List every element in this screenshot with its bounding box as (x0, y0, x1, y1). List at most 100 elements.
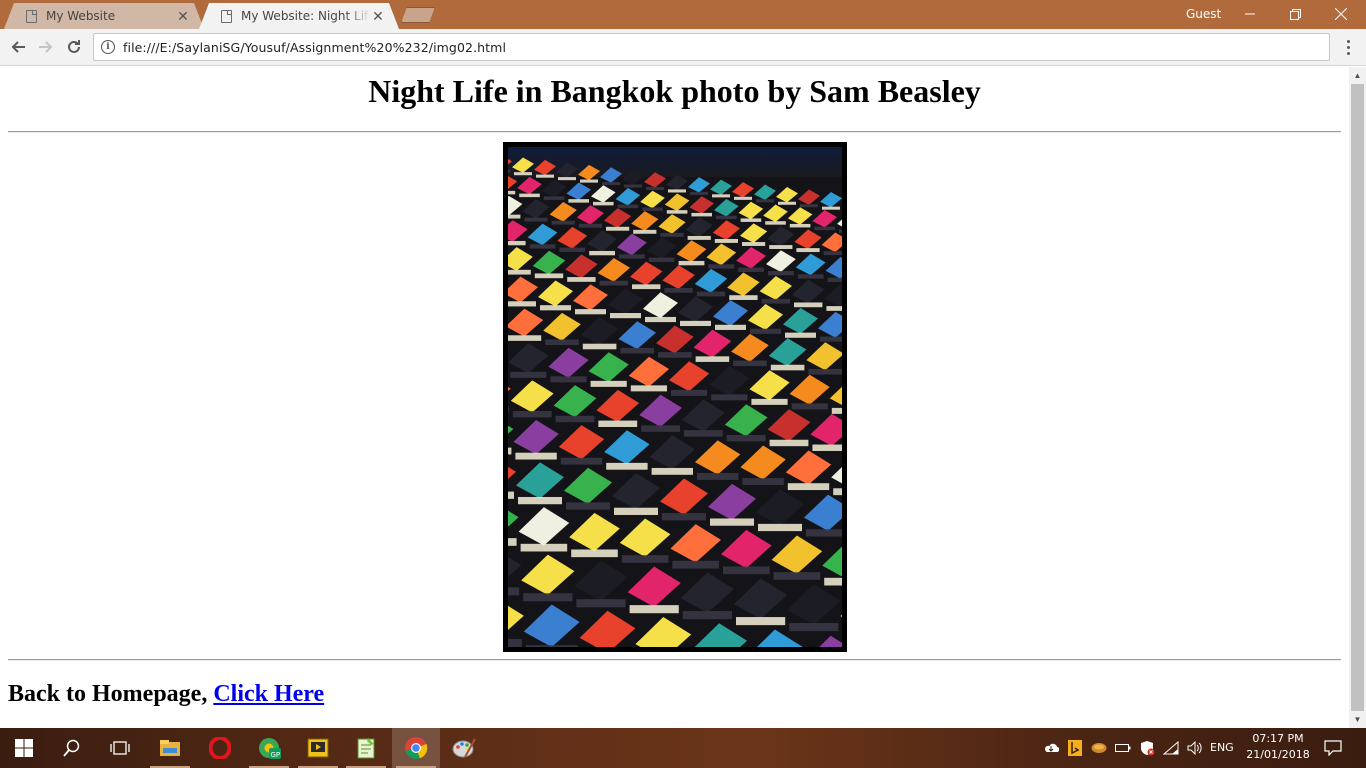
stall-light (708, 264, 735, 269)
chrome-icon[interactable] (392, 728, 440, 768)
opera-icon[interactable] (196, 728, 244, 768)
stall-light (629, 605, 679, 614)
stall-light (606, 462, 648, 470)
system-clock[interactable]: 07:17 PM 21/01/2018 (1236, 731, 1320, 763)
app-tray-icon[interactable] (1090, 728, 1108, 768)
vertical-scrollbar[interactable]: ▲ ▼ (1349, 67, 1366, 728)
stall-light (734, 196, 752, 200)
stall-light (839, 229, 842, 233)
stall-light (648, 257, 675, 262)
arrow-right-icon[interactable] (34, 35, 58, 59)
stall-light (525, 645, 578, 647)
restore-icon[interactable] (1272, 0, 1318, 28)
profile-label[interactable]: Guest (1186, 7, 1221, 21)
battery-icon[interactable] (1114, 728, 1132, 768)
stall-light (778, 201, 796, 205)
market-tents-image (508, 147, 842, 647)
address-bar[interactable]: i file:///E:/SaylaniSG/Yousuf/Assignment… (93, 33, 1330, 61)
new-tab-button[interactable] (401, 7, 435, 23)
windows-start-icon[interactable] (0, 728, 48, 768)
chrome-gp-icon[interactable]: GP (245, 728, 293, 768)
stall-light (822, 206, 840, 210)
media-player-icon[interactable] (294, 728, 342, 768)
language-indicator[interactable]: ENG (1210, 741, 1234, 754)
click-here-link[interactable]: Click Here (213, 681, 324, 707)
task-view-icon[interactable] (96, 728, 144, 768)
stall-light (529, 244, 556, 249)
volume-icon[interactable] (1186, 728, 1204, 768)
tab-my-website[interactable]: My Website ✕ (4, 3, 204, 29)
stall-light (742, 242, 766, 246)
scroll-down-icon[interactable]: ▼ (1349, 711, 1366, 728)
action-center-icon[interactable] (1320, 728, 1346, 768)
stall-light (827, 277, 842, 282)
stall-light (558, 177, 576, 181)
stall-light (697, 473, 739, 480)
stall-light (671, 389, 708, 396)
stall-light (510, 371, 547, 378)
stall-light (624, 184, 642, 188)
stall-light (831, 407, 842, 414)
security-shield-icon[interactable] (1138, 728, 1156, 768)
stall-light (723, 566, 770, 575)
stall-light (568, 199, 589, 203)
back-to-homepage: Back to Homepage, Click Here (8, 681, 324, 708)
file-explorer-icon[interactable] (146, 728, 194, 768)
scroll-thumb[interactable] (1351, 84, 1364, 711)
stall-light (508, 269, 531, 275)
arrow-left-icon[interactable] (6, 35, 30, 59)
close-icon[interactable]: ✕ (371, 9, 385, 23)
info-icon[interactable]: i (101, 40, 115, 54)
stall-light (642, 207, 663, 211)
stall-light (824, 577, 842, 586)
close-icon[interactable]: ✕ (176, 9, 190, 23)
notepad-plus-plus-icon[interactable] (342, 728, 390, 768)
stall-light (508, 214, 521, 219)
stall-light (660, 232, 684, 237)
stall-light (524, 217, 548, 222)
stall-light (814, 226, 835, 231)
stall-light (508, 587, 520, 596)
stall-light (696, 291, 726, 297)
scroll-up-icon[interactable]: ▲ (1349, 67, 1366, 84)
stall-light (769, 245, 793, 250)
stall-light (695, 356, 730, 362)
bing-icon[interactable] (1066, 728, 1084, 768)
stall-light (630, 385, 667, 392)
vertical-dots-icon[interactable] (1339, 35, 1357, 59)
title-bar: My Website ✕ My Website: Night Life in B… (0, 0, 1366, 29)
stall-light (508, 240, 526, 246)
tab-night-life[interactable]: My Website: Night Life in Bangkok photo … (199, 3, 399, 29)
stall-light (508, 301, 536, 307)
stall-light (515, 452, 557, 460)
url-text[interactable]: file:///E:/SaylaniSG/Yousuf/Assignment%2… (123, 40, 506, 55)
stall-light (672, 560, 719, 569)
search-icon[interactable] (48, 728, 96, 768)
stall-light (621, 555, 669, 563)
stall-light (680, 320, 711, 327)
stall-light (812, 444, 842, 451)
stall-light (540, 305, 571, 311)
stall-light (534, 273, 564, 279)
stall-light (785, 332, 816, 338)
close-window-icon[interactable] (1318, 0, 1364, 28)
stall-light (508, 538, 517, 546)
stall-light (789, 223, 811, 228)
stall-light (543, 196, 565, 200)
stall-light (567, 277, 596, 282)
stall-light (508, 169, 510, 173)
stall-light (773, 572, 821, 580)
wifi-icon[interactable] (1162, 728, 1180, 768)
stall-light (716, 215, 737, 220)
paint-icon[interactable] (440, 728, 488, 768)
onedrive-icon[interactable] (1042, 728, 1060, 768)
stall-light (796, 248, 820, 253)
minimize-icon[interactable] (1227, 0, 1273, 28)
reload-icon[interactable] (62, 35, 86, 59)
stall-light (518, 496, 562, 505)
stall-light (684, 430, 723, 437)
stall-light (619, 254, 645, 259)
horizontal-rule (8, 131, 1341, 133)
stall-light (714, 238, 738, 243)
stall-light (726, 434, 766, 442)
